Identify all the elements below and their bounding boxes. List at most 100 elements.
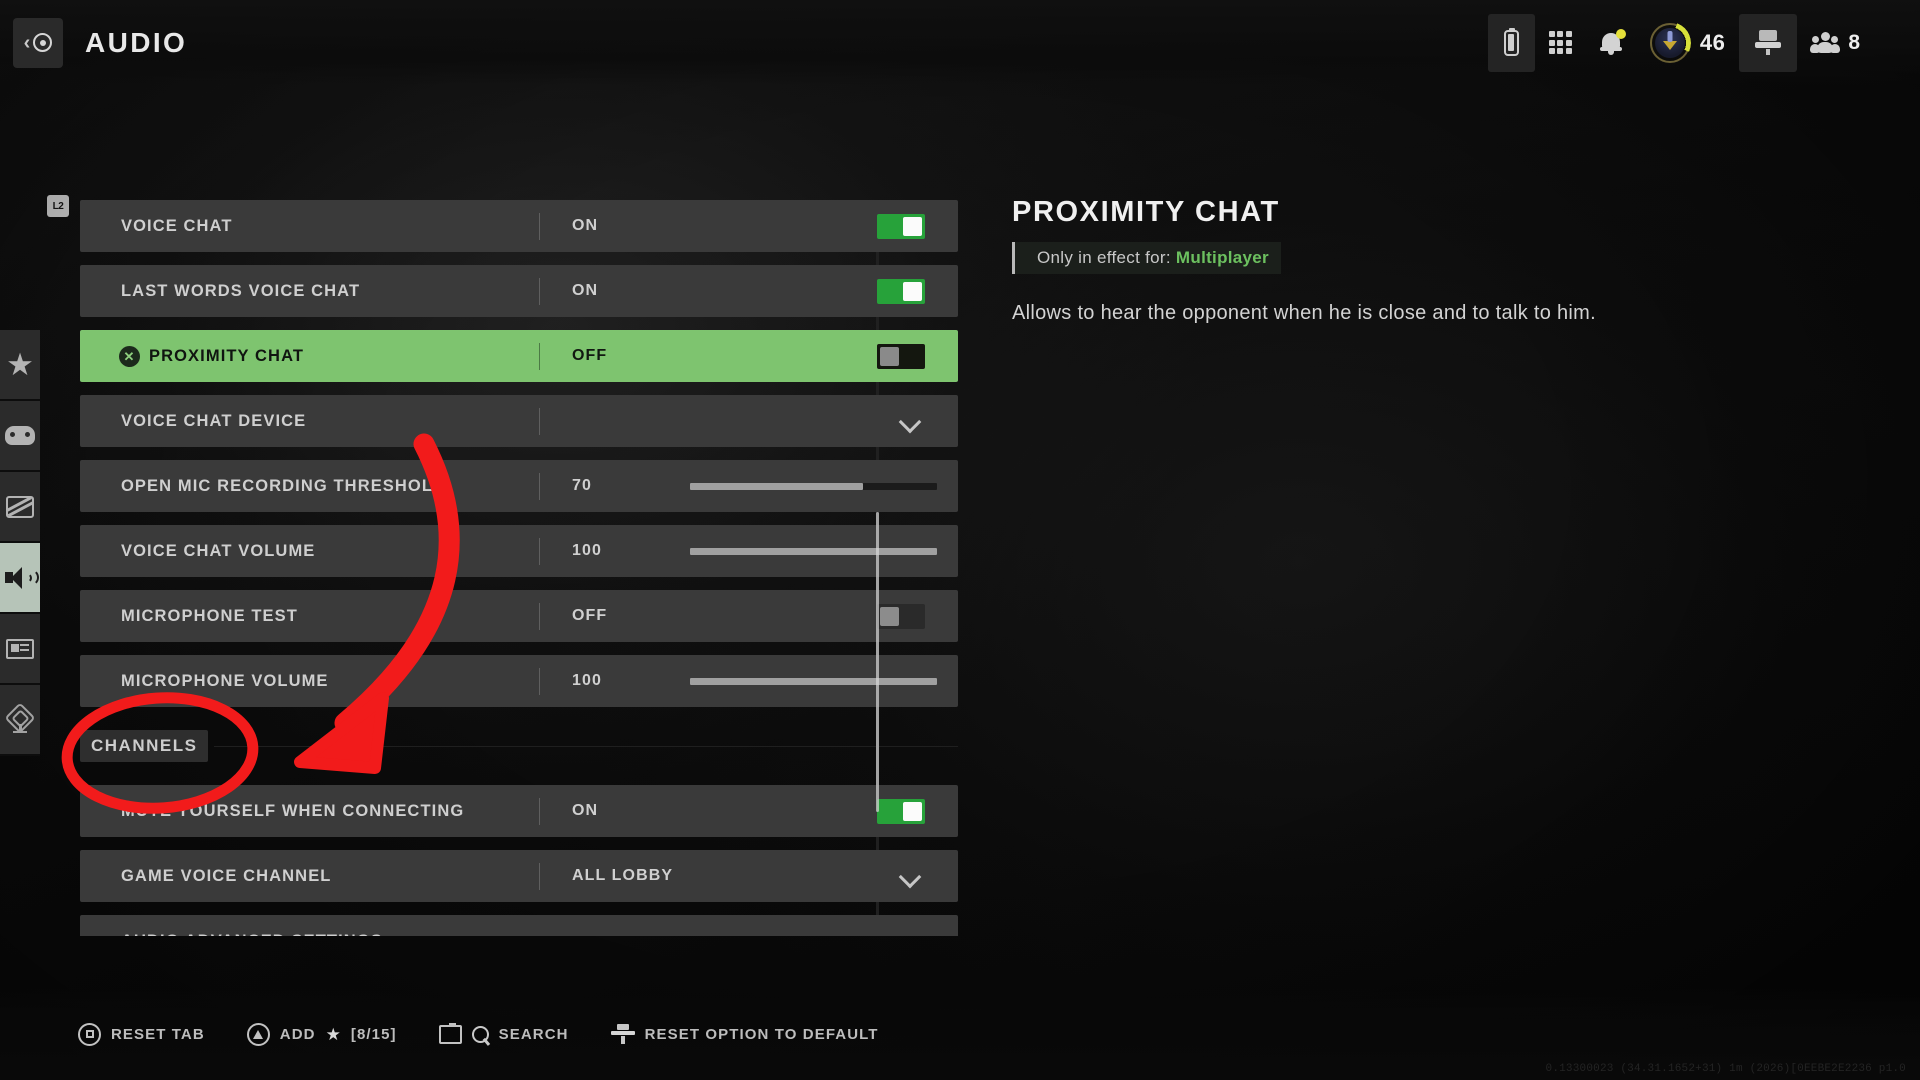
setting-label: ✕ PROXIMITY CHAT bbox=[80, 345, 305, 367]
add-favorite-button[interactable]: ADD ★ [8/15] bbox=[246, 1022, 397, 1046]
setting-label: GAME VOICE CHANNEL bbox=[121, 866, 332, 885]
party-display[interactable]: 8 bbox=[1797, 14, 1874, 72]
status-bar: 46 8 bbox=[1487, 13, 1874, 72]
setting-row-microphone-test[interactable]: MICROPHONE TEST OFF bbox=[80, 590, 958, 642]
players-count: 8 bbox=[1848, 30, 1860, 54]
toggle-switch[interactable] bbox=[877, 213, 925, 239]
store-icon bbox=[1755, 29, 1782, 56]
toggle-switch[interactable] bbox=[877, 798, 925, 824]
list-scrollbar-thumb[interactable] bbox=[876, 512, 879, 812]
sidebar-item-network[interactable] bbox=[0, 685, 40, 756]
chevron-down-icon[interactable] bbox=[900, 865, 922, 887]
row-divider bbox=[539, 213, 540, 240]
chevron-left-icon: ‹ bbox=[23, 31, 31, 54]
slider-track[interactable] bbox=[690, 547, 937, 555]
slider-track[interactable] bbox=[690, 677, 937, 685]
l2-shoulder-hint-badge: L2 bbox=[47, 195, 69, 217]
setting-label: LAST WORDS VOICE CHAT bbox=[121, 281, 361, 300]
toggle-switch[interactable] bbox=[877, 278, 925, 304]
setting-value: OFF bbox=[572, 347, 608, 364]
setting-value: ON bbox=[572, 217, 599, 234]
reset-tab-button[interactable]: RESET TAB bbox=[78, 1022, 205, 1046]
back-button[interactable]: ‹ bbox=[13, 17, 63, 68]
rank-badge-icon bbox=[1648, 21, 1691, 64]
page-title: AUDIO bbox=[85, 26, 188, 58]
cross-button-icon: ✕ bbox=[119, 345, 140, 367]
setting-row-microphone-volume[interactable]: MICROPHONE VOLUME 100 bbox=[80, 655, 958, 707]
setting-row-mute-yourself-when-connecting[interactable]: MUTE YOURSELF WHEN CONNECTING ON bbox=[80, 785, 958, 837]
setting-label: VOICE CHAT VOLUME bbox=[121, 541, 316, 560]
speaker-icon bbox=[5, 566, 39, 590]
detail-panel: PROXIMITY CHAT Only in effect for: Multi… bbox=[1012, 196, 1772, 327]
rank-display[interactable]: 46 bbox=[1636, 14, 1739, 72]
radar-icon bbox=[4, 702, 36, 734]
setting-label: VOICE CHAT bbox=[121, 216, 233, 235]
sidebar-item-account[interactable] bbox=[0, 614, 40, 685]
battery-icon bbox=[1503, 27, 1519, 56]
detail-note-prefix: Only in effect for: bbox=[1037, 248, 1171, 267]
star-icon: ★ bbox=[6, 347, 34, 382]
setting-value: OFF bbox=[572, 607, 608, 624]
sidebar: ★ bbox=[0, 330, 40, 756]
monitor-icon bbox=[6, 495, 34, 518]
section-header-channels: CHANNELS bbox=[80, 720, 958, 772]
battery-status[interactable] bbox=[1487, 13, 1535, 72]
sidebar-item-graphics[interactable] bbox=[0, 472, 40, 543]
setting-label: MICROPHONE VOLUME bbox=[121, 671, 329, 690]
account-card-icon bbox=[6, 638, 34, 659]
setting-row-voice-chat-device[interactable]: VOICE CHAT DEVICE bbox=[80, 395, 958, 447]
setting-label: MUTE YOURSELF WHEN CONNECTING bbox=[121, 801, 465, 820]
chevron-down-icon[interactable] bbox=[900, 410, 922, 432]
search-button[interactable]: SEARCH bbox=[438, 1022, 569, 1044]
setting-label: OPEN MIC RECORDING THRESHOLD bbox=[121, 476, 447, 495]
setting-label: VOICE CHAT DEVICE bbox=[121, 411, 307, 430]
setting-row-voice-chat-volume[interactable]: VOICE CHAT VOLUME 100 bbox=[80, 525, 958, 577]
detail-note-text: Only in effect for: Multiplayer bbox=[1026, 248, 1269, 268]
setting-row-proximity-chat[interactable]: ✕ PROXIMITY CHAT OFF bbox=[80, 330, 958, 382]
sidebar-item-favorites[interactable]: ★ bbox=[0, 330, 40, 401]
apps-menu-button[interactable] bbox=[1535, 14, 1586, 72]
reset-tab-label: RESET TAB bbox=[111, 1025, 205, 1043]
slider-fill bbox=[690, 482, 863, 490]
add-counter: [8/15] bbox=[350, 1025, 397, 1043]
reset-option-button[interactable]: RESET OPTION TO DEFAULT bbox=[610, 1024, 879, 1044]
bell-icon bbox=[1599, 28, 1626, 56]
setting-value: ON bbox=[572, 282, 599, 299]
slider-track[interactable] bbox=[690, 482, 937, 490]
settings-list: VOICE CHAT ON LAST WORDS VOICE CHAT ON ✕… bbox=[80, 200, 958, 936]
row-divider bbox=[539, 798, 540, 825]
toggle-switch[interactable] bbox=[877, 343, 925, 369]
notifications-button[interactable] bbox=[1586, 14, 1636, 72]
setting-label: MICROPHONE TEST bbox=[121, 606, 298, 625]
setting-label-text: PROXIMITY CHAT bbox=[149, 346, 305, 365]
reset-icon bbox=[610, 1024, 635, 1044]
detail-note-mode: Multiplayer bbox=[1175, 248, 1269, 267]
triangle-button-icon bbox=[246, 1022, 270, 1046]
setting-value: 70 bbox=[572, 477, 592, 494]
row-divider bbox=[539, 473, 540, 500]
reset-option-label: RESET OPTION TO DEFAULT bbox=[644, 1025, 879, 1043]
detail-mode-badge: Only in effect for: Multiplayer bbox=[1012, 242, 1281, 274]
slider-fill bbox=[690, 547, 937, 555]
touchpad-icon bbox=[438, 1022, 462, 1044]
sidebar-item-audio[interactable] bbox=[0, 543, 40, 614]
setting-row-voice-chat[interactable]: VOICE CHAT ON bbox=[80, 200, 958, 252]
setting-row-last-words-voice-chat[interactable]: LAST WORDS VOICE CHAT ON bbox=[80, 265, 958, 317]
square-button-icon bbox=[78, 1022, 101, 1046]
setting-row-game-voice-channel[interactable]: GAME VOICE CHANNEL ALL LOBBY bbox=[80, 850, 958, 902]
setting-value: 100 bbox=[572, 672, 602, 689]
gamepad-icon bbox=[5, 426, 35, 445]
store-button[interactable] bbox=[1739, 13, 1798, 72]
setting-value: ON bbox=[572, 802, 599, 819]
build-version-text: 0.13300023 (34.31.1652+31) 1m (2026)[0EE… bbox=[1545, 1063, 1906, 1075]
setting-row-audio-advanced-settings[interactable]: AUDIO ADVANCED SETTINGS bbox=[80, 915, 958, 936]
setting-row-open-mic-recording-threshold[interactable]: OPEN MIC RECORDING THRESHOLD 70 bbox=[80, 460, 958, 512]
sidebar-item-controller[interactable] bbox=[0, 401, 40, 472]
row-divider bbox=[539, 408, 540, 435]
section-header-rule bbox=[214, 745, 958, 747]
search-icon bbox=[471, 1025, 489, 1043]
setting-label: AUDIO ADVANCED SETTINGS bbox=[80, 932, 383, 937]
row-divider bbox=[539, 863, 540, 890]
players-icon bbox=[1810, 31, 1841, 54]
toggle-switch[interactable] bbox=[877, 603, 925, 629]
